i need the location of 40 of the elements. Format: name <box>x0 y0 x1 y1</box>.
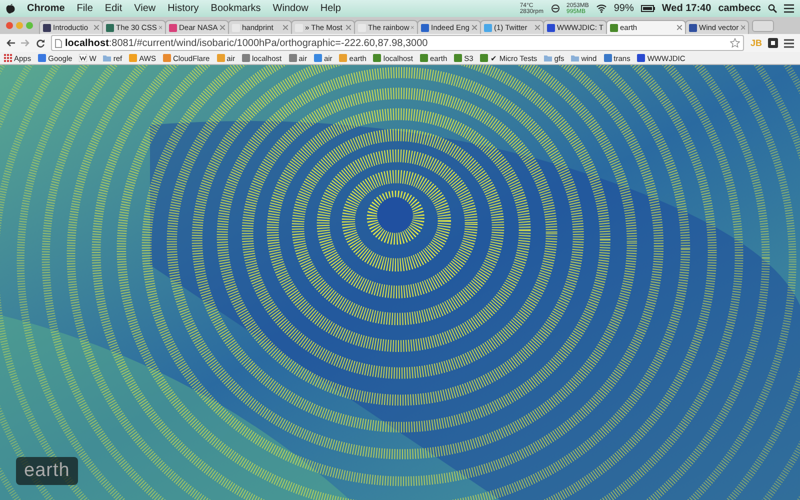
battery-percent: 99% <box>614 3 634 14</box>
close-icon[interactable] <box>283 25 288 30</box>
star-icon[interactable] <box>730 38 740 48</box>
close-icon[interactable] <box>740 25 745 30</box>
reload-icon[interactable] <box>36 38 45 48</box>
menu-item[interactable]: Bookmarks <box>210 3 261 14</box>
zoom-window-button[interactable] <box>26 22 33 29</box>
menu-icon[interactable] <box>784 38 794 48</box>
forward-arrow-icon[interactable] <box>21 39 30 47</box>
menu-item[interactable]: Window <box>272 3 308 14</box>
battery-icon[interactable] <box>640 5 655 12</box>
close-icon[interactable] <box>220 25 225 30</box>
search-icon[interactable] <box>768 4 777 13</box>
wifi-icon[interactable] <box>596 4 607 13</box>
close-window-button[interactable] <box>6 22 13 29</box>
earth-menu-button[interactable]: earth <box>16 457 78 485</box>
apple-logo-icon[interactable] <box>6 4 15 14</box>
menu-item[interactable]: View <box>134 3 156 14</box>
menu-item[interactable]: Help <box>320 3 341 14</box>
close-icon[interactable] <box>158 25 162 30</box>
close-icon[interactable] <box>346 25 351 30</box>
address-field[interactable]: localhost:8081/#current/wind/isobaric/1000hPa/orthographic=-222.60,87.98,3000 <box>51 35 744 51</box>
clock[interactable]: Wed 17:40 <box>662 3 712 14</box>
menu-item[interactable]: History <box>168 3 199 14</box>
close-icon[interactable] <box>94 25 99 30</box>
app-menu[interactable]: Chrome <box>27 3 65 14</box>
menu-item[interactable]: Edit <box>104 3 122 14</box>
new-tab-button[interactable] <box>752 20 774 32</box>
close-icon[interactable] <box>677 25 682 30</box>
circle-slash-icon[interactable] <box>550 4 560 13</box>
back-arrow-icon[interactable] <box>6 39 15 47</box>
menu-item[interactable]: File <box>76 3 93 14</box>
page-icon <box>55 38 62 48</box>
close-icon[interactable] <box>472 25 477 30</box>
list-icon[interactable] <box>784 4 794 13</box>
close-icon[interactable] <box>411 25 414 30</box>
close-icon[interactable] <box>535 25 540 30</box>
wind-map-drawing[interactable] <box>0 65 800 500</box>
user-name[interactable]: cambecc <box>718 3 761 14</box>
puzzle-icon[interactable] <box>768 38 778 48</box>
